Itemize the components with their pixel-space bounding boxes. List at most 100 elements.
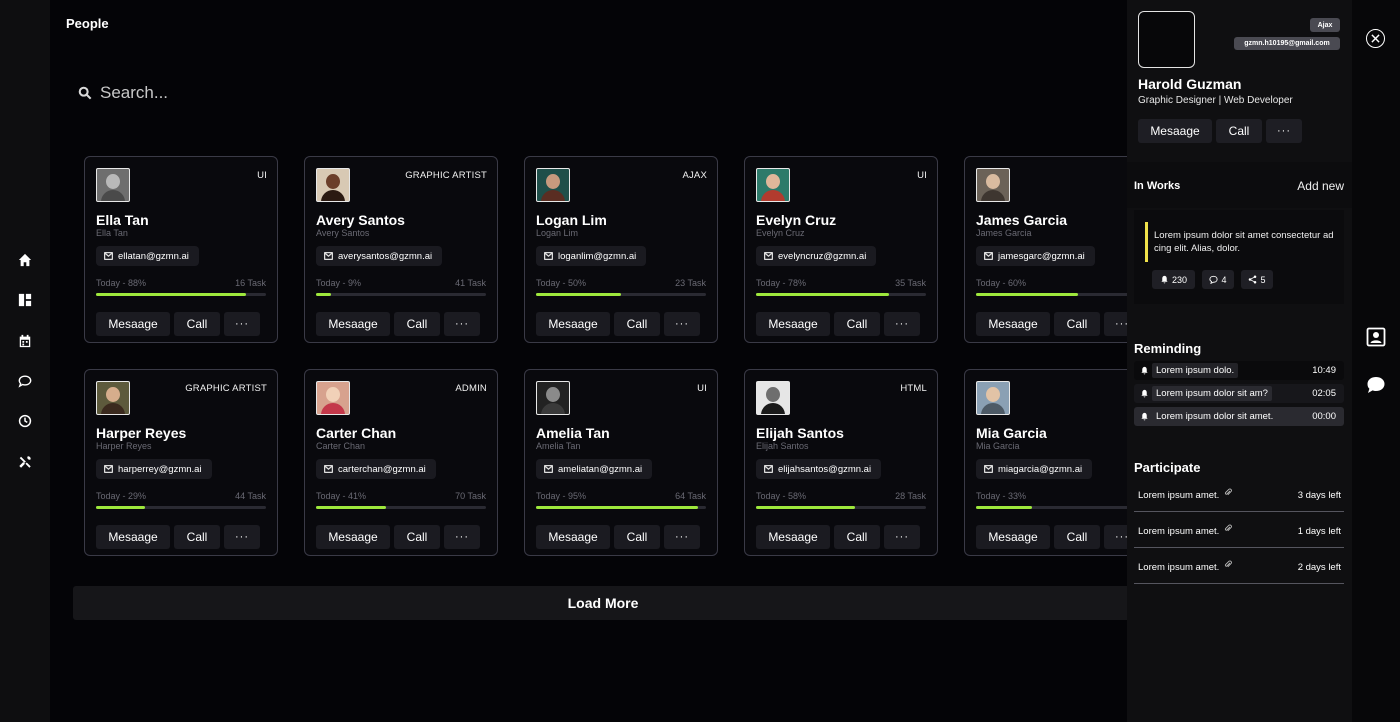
message-button[interactable]: Mesaage: [96, 525, 170, 549]
message-button[interactable]: Mesaage: [536, 525, 610, 549]
call-button[interactable]: Call: [1054, 525, 1100, 549]
more-button[interactable]: ···: [224, 312, 260, 336]
call-button[interactable]: Call: [614, 312, 660, 336]
call-button[interactable]: Call: [834, 525, 880, 549]
reaction-bell[interactable]: 230: [1152, 270, 1195, 289]
more-button[interactable]: ···: [1104, 525, 1127, 549]
reminder-item[interactable]: Lorem ipsum dolo. 10:49: [1134, 361, 1344, 380]
more-button[interactable]: ···: [1104, 312, 1127, 336]
chat-icon[interactable]: [17, 373, 33, 389]
load-more-button[interactable]: Load More: [73, 586, 1127, 620]
email-chip[interactable]: jamesgarc@gzmn.ai: [976, 246, 1095, 266]
more-button[interactable]: ···: [664, 525, 700, 549]
progress-prefix: Today -: [316, 278, 349, 288]
more-button[interactable]: ···: [884, 525, 920, 549]
search-input[interactable]: [100, 83, 460, 103]
role-tag: UI: [917, 170, 927, 181]
email-chip[interactable]: carterchan@gzmn.ai: [316, 459, 436, 479]
bell-icon: [1141, 412, 1148, 421]
avatar-face: [106, 174, 120, 189]
profile-more-button[interactable]: ···: [1266, 119, 1302, 143]
person-name: Logan Lim: [536, 212, 607, 228]
message-button[interactable]: Mesaage: [976, 312, 1050, 336]
participate-item[interactable]: Lorem ipsum amet. 1 days left: [1134, 512, 1344, 548]
progress-row: Today - 88% 16 Task: [96, 278, 266, 288]
person-card: James Garcia James Garcia jamesgarc@gzmn…: [964, 156, 1127, 343]
message-button[interactable]: Mesaage: [536, 312, 610, 336]
card-actions: Mesaage Call ···: [316, 312, 480, 336]
more-button[interactable]: ···: [224, 525, 260, 549]
email-chip[interactable]: ellatan@gzmn.ai: [96, 246, 199, 266]
more-button[interactable]: ···: [444, 312, 480, 336]
call-button[interactable]: Call: [834, 312, 880, 336]
progress-fill: [96, 506, 146, 509]
email-chip[interactable]: elijahsantos@gzmn.ai: [756, 459, 882, 479]
task-count: 44 Task: [235, 491, 266, 501]
more-button[interactable]: ···: [444, 525, 480, 549]
more-button[interactable]: ···: [884, 312, 920, 336]
profile-call-button[interactable]: Call: [1216, 119, 1262, 143]
message-button[interactable]: Mesaage: [976, 525, 1050, 549]
email-chip[interactable]: loganlim@gzmn.ai: [536, 246, 647, 266]
home-icon[interactable]: [17, 252, 33, 268]
close-icon: [1371, 34, 1380, 43]
person-subname: Mia Garcia: [976, 441, 1020, 451]
tools-icon[interactable]: [17, 454, 33, 470]
chat-bubble-icon[interactable]: [1366, 375, 1386, 395]
call-button[interactable]: Call: [1054, 312, 1100, 336]
task-count: 64 Task: [675, 491, 706, 501]
card-actions: Mesaage Call ···: [756, 525, 920, 549]
progress-fill: [96, 293, 246, 296]
contact-card-icon[interactable]: [1366, 327, 1386, 347]
in-works-header: In Works Add new: [1127, 162, 1352, 208]
task-count: 28 Task: [895, 491, 926, 501]
reminder-item[interactable]: Lorem ipsum dolor sit amet. 00:00: [1134, 407, 1344, 426]
more-button[interactable]: ···: [664, 312, 700, 336]
person-card: UI Ella Tan Ella Tan ellatan@gzmn.ai Tod…: [84, 156, 278, 343]
person-avatar: [96, 168, 130, 202]
add-new-link[interactable]: Add new: [1297, 179, 1344, 193]
avatar-face: [546, 387, 560, 402]
reminder-item[interactable]: Lorem ipsum dolor sit am? 02:05: [1134, 384, 1344, 403]
progress-fill: [316, 506, 386, 509]
message-button[interactable]: Mesaage: [756, 525, 830, 549]
email-chip[interactable]: evelyncruz@gzmn.ai: [756, 246, 877, 266]
email-chip[interactable]: harperrey@gzmn.ai: [96, 459, 212, 479]
email-chip[interactable]: miagarcia@gzmn.ai: [976, 459, 1093, 479]
participate-item[interactable]: Lorem ipsum amet. 3 days left: [1134, 476, 1344, 512]
message-button[interactable]: Mesaage: [316, 312, 390, 336]
message-button[interactable]: Mesaage: [96, 312, 170, 336]
person-subname: Carter Chan: [316, 441, 366, 451]
person-email: jamesgarc@gzmn.ai: [998, 250, 1085, 262]
call-button[interactable]: Call: [614, 525, 660, 549]
in-works-title: In Works: [1134, 180, 1181, 192]
message-button[interactable]: Mesaage: [756, 312, 830, 336]
participate-item[interactable]: Lorem ipsum amet. 2 days left: [1134, 548, 1344, 584]
person-subname: Amelia Tan: [536, 441, 581, 451]
email-chip[interactable]: averysantos@gzmn.ai: [316, 246, 443, 266]
close-panel-button[interactable]: [1366, 29, 1385, 48]
reaction-share[interactable]: 5: [1241, 270, 1273, 289]
progress-label: 78%: [788, 278, 807, 288]
role-tag: GRAPHIC ARTIST: [405, 170, 487, 181]
call-button[interactable]: Call: [174, 525, 220, 549]
call-button[interactable]: Call: [174, 312, 220, 336]
person-card: AJAX Logan Lim Logan Lim loganlim@gzmn.a…: [524, 156, 718, 343]
profile-message-button[interactable]: Mesaage: [1138, 119, 1212, 143]
person-subname: Harper Reyes: [96, 441, 152, 451]
dashboard-icon[interactable]: [17, 292, 33, 308]
profile-name: Harold Guzman: [1138, 76, 1242, 92]
call-button[interactable]: Call: [394, 312, 440, 336]
calendar-icon[interactable]: [17, 333, 33, 349]
clock-icon[interactable]: [17, 413, 33, 429]
card-actions: Mesaage Call ···: [96, 525, 260, 549]
reminder-text: Lorem ipsum dolor sit amet.: [1156, 411, 1274, 422]
email-chip[interactable]: ameliatan@gzmn.ai: [536, 459, 653, 479]
call-button[interactable]: Call: [394, 525, 440, 549]
person-avatar: [756, 381, 790, 415]
sidebar: [0, 0, 50, 722]
reaction-comment[interactable]: 4: [1202, 270, 1234, 289]
message-button[interactable]: Mesaage: [316, 525, 390, 549]
search-bar[interactable]: [78, 80, 478, 106]
role-tag: GRAPHIC ARTIST: [185, 383, 267, 394]
